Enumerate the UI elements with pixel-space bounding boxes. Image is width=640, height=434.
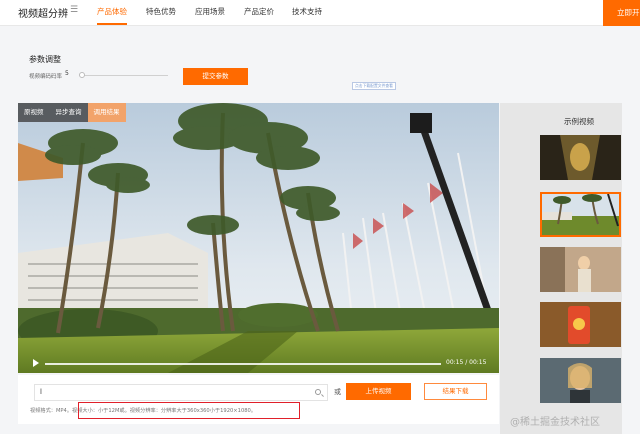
- highlight-box: [78, 402, 300, 419]
- video-player[interactable]: [18, 103, 499, 373]
- params-title: 参数调整: [29, 55, 61, 64]
- watermark: @稀土掘金技术社区: [510, 417, 600, 428]
- bitrate-slider[interactable]: [80, 75, 168, 76]
- player-controls: 00:15 / 00:15: [18, 355, 499, 373]
- tunnel-thumbnail[interactable]: [540, 135, 621, 180]
- bitrate-value: 5: [65, 70, 69, 77]
- or-label: 或: [334, 388, 341, 396]
- config-download-link[interactable]: 点击下载配置文件查看: [352, 82, 396, 90]
- buy-now-button[interactable]: 立即开: [603, 0, 640, 26]
- progress-bar[interactable]: [45, 363, 441, 365]
- active-nav-indicator: [97, 23, 127, 25]
- video-url-input[interactable]: l: [34, 384, 328, 401]
- nav-item-features[interactable]: 特色优势: [146, 6, 176, 17]
- menu-icon[interactable]: ☰: [70, 5, 78, 15]
- nav-item-support[interactable]: 技术支持: [292, 6, 322, 17]
- tab-async-query[interactable]: 异步查询: [49, 103, 88, 122]
- player-tabs: 原视频 异步查询 调用结果: [18, 103, 126, 122]
- nav-item-scenarios[interactable]: 应用场景: [195, 6, 225, 17]
- download-result-button[interactable]: 结果下载: [424, 383, 487, 400]
- woman-phone-thumbnail[interactable]: [540, 358, 621, 403]
- submit-params-button[interactable]: 提交参数: [183, 68, 248, 85]
- video-frame-palm-hotel: [18, 103, 499, 373]
- sample-videos-title: 示例视频: [564, 117, 594, 126]
- play-icon[interactable]: [33, 359, 39, 367]
- top-nav: 视频超分辨 ☰ 产品体验 特色优势 应用场景 产品定价 技术支持 立即开: [0, 0, 640, 26]
- street-woman-thumbnail[interactable]: [540, 247, 621, 292]
- tab-original-video[interactable]: 原视频: [18, 103, 50, 122]
- brand-title: 视频超分辨: [18, 9, 68, 20]
- nav-item-pricing[interactable]: 产品定价: [244, 6, 274, 17]
- palm-hotel-thumbnail[interactable]: [540, 192, 621, 237]
- timecode: 00:15 / 00:15: [446, 359, 487, 366]
- search-icon[interactable]: [315, 389, 321, 395]
- upload-video-button[interactable]: 上传视频: [346, 383, 411, 400]
- phone-hand-thumbnail[interactable]: [540, 302, 621, 347]
- nav-item-product-demo[interactable]: 产品体验: [97, 6, 127, 17]
- bitrate-label: 视频编码码率: [29, 74, 63, 80]
- bitrate-slider-handle[interactable]: [79, 72, 85, 78]
- tab-call-result[interactable]: 调用结果: [87, 103, 126, 122]
